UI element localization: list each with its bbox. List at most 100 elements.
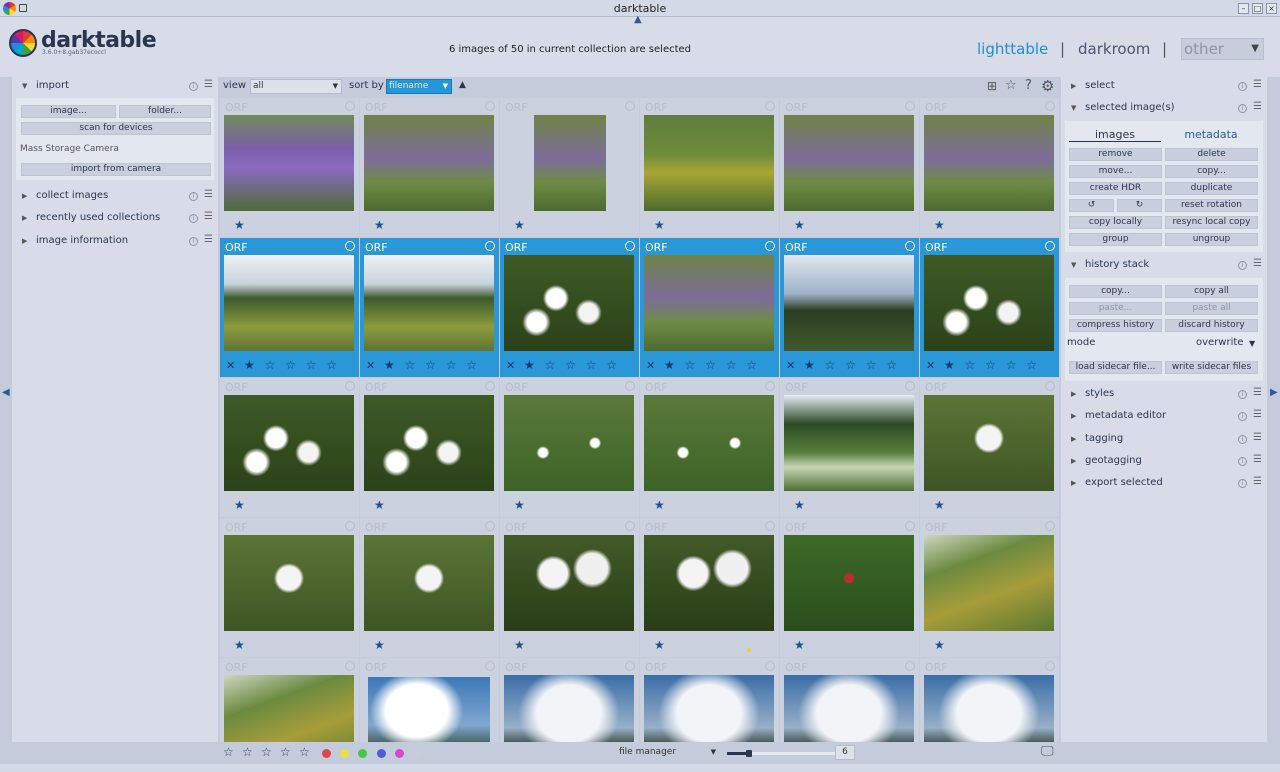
color-label-red[interactable] bbox=[322, 749, 331, 758]
group-indicator-icon[interactable] bbox=[485, 101, 495, 111]
rating-filter-star-icon[interactable]: ☆ bbox=[261, 745, 272, 759]
module-collect-images-header[interactable]: ▶ collect images i ☰ bbox=[12, 187, 218, 207]
hamburger-icon[interactable]: ☰ bbox=[204, 79, 213, 90]
history-paste-button[interactable]: paste... bbox=[1069, 302, 1162, 315]
group-button[interactable]: group bbox=[1069, 233, 1162, 246]
group-indicator-icon[interactable] bbox=[485, 241, 495, 251]
write-sidecar-button[interactable]: write sidecar files bbox=[1165, 361, 1258, 374]
group-indicator-icon[interactable] bbox=[485, 381, 495, 391]
thumbnail-cell[interactable]: ORF ★ bbox=[640, 518, 779, 657]
mode-dropdown[interactable]: overwrite bbox=[1196, 337, 1243, 348]
module-geotagging-header[interactable]: ▶ geotagging i ☰ bbox=[1061, 452, 1267, 472]
group-indicator-icon[interactable] bbox=[345, 101, 355, 111]
group-indicator-icon[interactable] bbox=[485, 521, 495, 531]
module-styles-header[interactable]: ▶ styles i ☰ bbox=[1061, 385, 1267, 405]
view-darkroom[interactable]: darkroom bbox=[1078, 40, 1150, 58]
hamburger-icon[interactable]: ☰ bbox=[1253, 432, 1262, 443]
info-icon[interactable]: i bbox=[1238, 479, 1247, 488]
module-import-header[interactable]: ▼ import i ☰ bbox=[12, 77, 218, 97]
star-rating[interactable]: ★ bbox=[934, 218, 948, 232]
rotate-cw-button[interactable]: ↻ bbox=[1117, 199, 1162, 212]
group-indicator-icon[interactable] bbox=[345, 521, 355, 531]
create-hdr-button[interactable]: create HDR bbox=[1069, 182, 1162, 195]
help-icon[interactable]: ? bbox=[1025, 78, 1032, 93]
group-indicator-icon[interactable] bbox=[1045, 661, 1055, 671]
view-filter-dropdown[interactable]: all ▼ bbox=[250, 79, 342, 94]
thumbnail-cell[interactable]: ORF ★ bbox=[780, 98, 919, 237]
maximize-icon[interactable]: □ bbox=[1252, 3, 1263, 14]
thumbnail-cell[interactable]: ORF ★ bbox=[500, 378, 639, 517]
star-rating[interactable]: ★ bbox=[934, 498, 948, 512]
module-select-header[interactable]: ▶ select i ☰ bbox=[1061, 77, 1267, 97]
scan-devices-button[interactable]: scan for devices bbox=[21, 122, 211, 135]
group-indicator-icon[interactable] bbox=[765, 381, 775, 391]
reject-icon[interactable]: ✕ bbox=[506, 359, 515, 372]
group-indicator-icon[interactable] bbox=[905, 101, 915, 111]
rating-filter-star-icon[interactable]: ☆ bbox=[299, 745, 310, 759]
star-rating[interactable]: ★ bbox=[514, 498, 528, 512]
sort-direction-icon[interactable]: ▲ bbox=[459, 80, 466, 90]
thumbnail-cell[interactable]: ORF bbox=[500, 658, 639, 742]
reject-icon[interactable]: ✕ bbox=[366, 359, 375, 372]
star-rating[interactable]: ★ bbox=[234, 218, 248, 232]
star-rating[interactable]: ★ bbox=[374, 218, 388, 232]
thumbnail-cell[interactable]: ORF ★ bbox=[920, 98, 1059, 237]
info-icon[interactable]: i bbox=[189, 237, 198, 246]
hamburger-icon[interactable]: ☰ bbox=[204, 189, 213, 200]
rotate-ccw-button[interactable]: ↺ bbox=[1069, 199, 1114, 212]
thumbnail-cell[interactable]: ORF ★ bbox=[220, 98, 359, 237]
star-rating[interactable]: ★ ☆ ☆ ☆ ☆ bbox=[384, 358, 480, 372]
grouping-icon[interactable]: ⊞ bbox=[987, 79, 997, 93]
group-indicator-icon[interactable] bbox=[765, 521, 775, 531]
thumbnail-cell[interactable]: ORF ★ bbox=[500, 98, 639, 237]
group-indicator-icon[interactable] bbox=[905, 381, 915, 391]
group-indicator-icon[interactable] bbox=[345, 661, 355, 671]
color-label-purple[interactable] bbox=[395, 749, 404, 758]
minimize-icon[interactable]: – bbox=[1238, 3, 1249, 14]
star-rating[interactable]: ★ bbox=[794, 218, 808, 232]
info-icon[interactable]: i bbox=[1238, 82, 1247, 91]
move-button[interactable]: move... bbox=[1069, 165, 1162, 178]
group-indicator-icon[interactable] bbox=[765, 661, 775, 671]
info-icon[interactable]: i bbox=[1238, 435, 1247, 444]
thumbnail-cell[interactable]: ORF ★ bbox=[500, 518, 639, 657]
group-indicator-icon[interactable] bbox=[905, 241, 915, 251]
reject-icon[interactable]: ✕ bbox=[786, 359, 795, 372]
reject-icon[interactable]: ✕ bbox=[926, 359, 935, 372]
zoom-entry[interactable]: 6 bbox=[835, 745, 855, 760]
color-label-green[interactable] bbox=[358, 749, 367, 758]
info-icon[interactable]: i bbox=[189, 214, 198, 223]
module-recent-collections-header[interactable]: ▶ recently used collections i ☰ bbox=[12, 209, 218, 229]
star-rating[interactable]: ★ ☆ ☆ ☆ ☆ bbox=[944, 358, 1040, 372]
gear-icon[interactable]: ⚙ bbox=[1041, 77, 1054, 95]
group-indicator-icon[interactable] bbox=[485, 661, 495, 671]
star-rating[interactable]: ★ ☆ ☆ ☆ ☆ bbox=[664, 358, 760, 372]
group-indicator-icon[interactable] bbox=[1045, 521, 1055, 531]
module-export-selected-header[interactable]: ▶ export selected i ☰ bbox=[1061, 474, 1267, 494]
group-indicator-icon[interactable] bbox=[345, 241, 355, 251]
star-rating[interactable]: ★ bbox=[514, 638, 528, 652]
group-indicator-icon[interactable] bbox=[765, 241, 775, 251]
rating-filter-star-icon[interactable]: ☆ bbox=[242, 745, 253, 759]
right-panel-toggle-icon[interactable]: ▶ bbox=[1270, 387, 1278, 398]
view-other-dropdown[interactable]: other ▼ bbox=[1181, 38, 1264, 60]
group-indicator-icon[interactable] bbox=[625, 521, 635, 531]
thumbnail-cell[interactable]: ORF ★ bbox=[920, 378, 1059, 517]
star-rating[interactable]: ★ bbox=[934, 638, 948, 652]
thumbnail-cell[interactable]: ORF ★ bbox=[640, 378, 779, 517]
star-rating[interactable]: ★ bbox=[654, 218, 668, 232]
ungroup-button[interactable]: ungroup bbox=[1165, 233, 1258, 246]
color-label-yellow[interactable] bbox=[340, 749, 349, 758]
group-indicator-icon[interactable] bbox=[905, 661, 915, 671]
module-selected-images-header[interactable]: ▼ selected image(s) i ☰ bbox=[1061, 99, 1267, 119]
color-label-gray[interactable] bbox=[413, 749, 422, 758]
group-indicator-icon[interactable] bbox=[1045, 381, 1055, 391]
group-indicator-icon[interactable] bbox=[625, 101, 635, 111]
star-rating[interactable]: ★ ☆ ☆ ☆ ☆ bbox=[524, 358, 620, 372]
rating-filter-star-icon[interactable]: ☆ bbox=[223, 745, 234, 759]
duplicate-button[interactable]: duplicate bbox=[1165, 182, 1258, 195]
thumbnail-cell[interactable]: ORF ✕ ★ ☆ ☆ ☆ ☆ bbox=[640, 238, 779, 377]
thumbnail-cell[interactable]: ORF bbox=[780, 658, 919, 742]
thumbnail-cell[interactable]: ORF ★ bbox=[920, 518, 1059, 657]
tab-images[interactable]: images bbox=[1069, 128, 1161, 142]
